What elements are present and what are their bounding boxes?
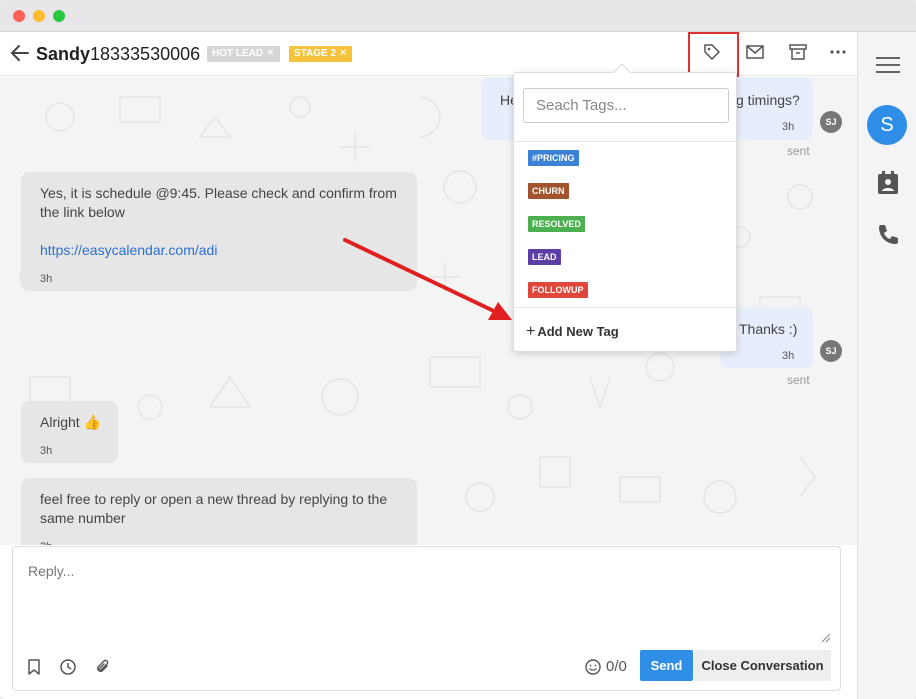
message-text: g timings? bbox=[736, 92, 800, 108]
tag-chip-stage-2[interactable]: STAGE 2 ✕ bbox=[289, 46, 353, 62]
clock-icon[interactable] bbox=[59, 658, 77, 676]
bookmark-icon[interactable] bbox=[25, 658, 43, 676]
avatar[interactable]: S bbox=[867, 105, 907, 145]
add-new-tag-button[interactable]: + Add New Tag bbox=[526, 323, 619, 341]
tag-chip-label: HOT LEAD bbox=[212, 48, 264, 59]
character-counter: 0/0 bbox=[606, 658, 627, 675]
add-new-tag-label: Add New Tag bbox=[537, 324, 619, 339]
contact-card-icon[interactable] bbox=[875, 170, 901, 196]
right-sidebar: S bbox=[857, 32, 916, 699]
message-status: sent bbox=[787, 144, 810, 158]
archive-icon[interactable] bbox=[788, 42, 808, 62]
message-text: Thanks :) bbox=[739, 321, 798, 337]
mail-icon[interactable] bbox=[745, 42, 765, 62]
message-link[interactable]: https://easycalendar.com/adi bbox=[40, 241, 217, 260]
message-time: 3h bbox=[782, 350, 795, 362]
menu-icon[interactable] bbox=[875, 52, 901, 78]
attachment-icon[interactable] bbox=[94, 658, 112, 676]
more-icon[interactable] bbox=[828, 42, 848, 62]
maximize-window-button[interactable] bbox=[53, 10, 65, 22]
tag-option-resolved[interactable]: RESOLVED bbox=[528, 216, 585, 232]
incoming-message: Alright 👍 3h bbox=[21, 401, 118, 463]
incoming-message: Yes, it is schedule @9:45. Please check … bbox=[21, 172, 417, 291]
message-text: feel free to reply or open a new thread … bbox=[40, 491, 388, 526]
divider bbox=[514, 307, 736, 308]
remove-tag-icon[interactable]: ✕ bbox=[266, 48, 274, 59]
plus-icon: + bbox=[526, 323, 536, 340]
message-text: Alright 👍 bbox=[40, 414, 102, 430]
reply-input[interactable] bbox=[13, 547, 840, 647]
message-time: 3h bbox=[782, 121, 795, 133]
message-status: sent bbox=[787, 373, 810, 387]
back-arrow-icon[interactable] bbox=[8, 41, 32, 65]
tag-chip-label: STAGE 2 bbox=[294, 48, 337, 59]
tag-option-followup[interactable]: FOLLOWUP bbox=[528, 282, 588, 298]
contact-name: Sandy bbox=[36, 44, 91, 64]
tag-option-pricing[interactable]: #PRICING bbox=[528, 150, 579, 166]
avatar: SJ bbox=[820, 111, 842, 133]
tag-dropdown: #PRICING CHURN RESOLVED LEAD FOLLOWUP +A… bbox=[513, 63, 737, 352]
send-button[interactable]: Send bbox=[640, 650, 693, 681]
incoming-message: feel free to reply or open a new thread … bbox=[21, 478, 417, 545]
tag-option-churn[interactable]: CHURN bbox=[528, 183, 569, 199]
message-time: 3h bbox=[40, 273, 53, 285]
remove-tag-icon[interactable]: ✕ bbox=[339, 48, 347, 59]
reply-composer: 0/0 Send Close Conversation bbox=[12, 546, 841, 691]
phone-icon[interactable] bbox=[875, 222, 901, 248]
title-bar bbox=[0, 0, 916, 32]
message-time: 3h bbox=[40, 538, 52, 545]
avatar: SJ bbox=[820, 340, 842, 362]
tag-option-lead[interactable]: LEAD bbox=[528, 249, 561, 265]
minimize-window-button[interactable] bbox=[33, 10, 45, 22]
emoji-icon[interactable] bbox=[584, 658, 602, 676]
resize-handle-icon[interactable] bbox=[821, 633, 831, 643]
contact-phone: 18333530006 bbox=[90, 44, 201, 64]
close-conversation-button[interactable]: Close Conversation bbox=[694, 650, 831, 681]
close-window-button[interactable] bbox=[13, 10, 25, 22]
app-window: Sandy 18333530006 HOT LEAD ✕ STAGE 2 ✕ H… bbox=[0, 0, 916, 699]
tag-chip-hot-lead[interactable]: HOT LEAD ✕ bbox=[207, 46, 280, 62]
message-text: Yes, it is schedule @9:45. Please check … bbox=[40, 185, 397, 220]
message-time: 3h bbox=[40, 445, 53, 457]
divider bbox=[514, 141, 736, 142]
tag-search-input[interactable] bbox=[523, 88, 729, 123]
